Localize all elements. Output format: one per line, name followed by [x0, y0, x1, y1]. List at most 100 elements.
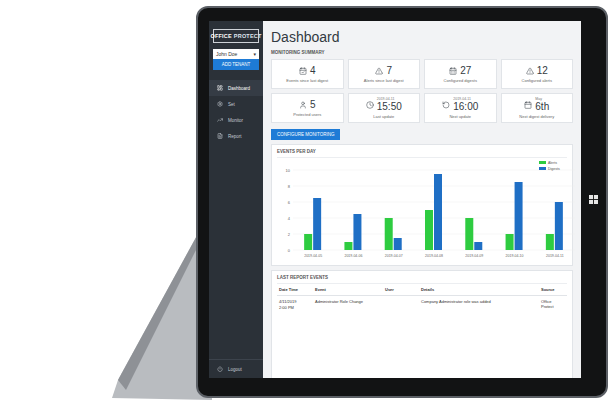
x-label: 2019-04-06: [344, 254, 362, 258]
events-table: Date TimeEventUserDetailsSource4/11/2019…: [277, 284, 567, 313]
card-icon: [366, 101, 374, 109]
card-value: 6th: [535, 101, 549, 112]
chart-panel: EVENTS PER DAY02468102019-04-052019-04-0…: [271, 144, 573, 266]
section-title: MONITORING SUMMARY: [271, 50, 573, 55]
logout-button[interactable]: Logout: [209, 359, 263, 378]
nav-icon: [217, 117, 223, 123]
y-tick: 10: [286, 168, 575, 173]
card-icon: [449, 67, 457, 75]
tablet: OFFICEPROTECT John Doe▾ADD TENANT Dashboar…: [196, 6, 608, 398]
bar-group: 2019-04-08: [425, 174, 443, 258]
table-cell: Office Protect: [539, 296, 567, 313]
bar[interactable]: [344, 242, 352, 250]
table-cell: 4/11/20192:00 PM: [277, 296, 313, 313]
bar-group: 2019-04-11: [546, 202, 564, 258]
y-tick: 8: [288, 184, 575, 189]
bar[interactable]: [385, 218, 393, 250]
sidebar-item[interactable]: Report: [209, 128, 263, 144]
summary-cards: 4 Events since last digest 7 Alerts since l…: [271, 59, 573, 123]
bar[interactable]: [434, 174, 442, 250]
card-value: 16:00: [453, 101, 478, 112]
svg-text:8: 8: [288, 184, 291, 189]
bar[interactable]: [313, 198, 321, 250]
summary-card: 5 Protected users: [271, 93, 344, 123]
bar[interactable]: [394, 238, 402, 250]
nav-icon: [217, 85, 223, 91]
bar[interactable]: [425, 210, 433, 250]
card-icon: [442, 101, 450, 109]
bar-group: 2019-04-10: [506, 182, 524, 258]
summary-card: 2019-04-1116:00 Next update: [424, 93, 497, 123]
svg-text:0: 0: [288, 248, 291, 253]
bar-group: 2019-04-06: [344, 214, 362, 258]
bezel: [581, 21, 606, 378]
power-icon: [217, 366, 223, 372]
bar[interactable]: [304, 234, 312, 250]
summary-card: 12Configured alerts: [501, 59, 574, 89]
card-caption: Next update: [449, 114, 471, 119]
x-label: 2019-04-09: [465, 254, 483, 258]
column-header: Source: [539, 284, 567, 296]
windows-logo-icon[interactable]: [589, 195, 598, 204]
card-note: May: [535, 97, 542, 101]
x-label: 2019-04-07: [385, 254, 403, 258]
svg-text:6: 6: [288, 200, 291, 205]
card-caption: Next digest delivery: [519, 114, 554, 119]
nav-icon: [217, 101, 223, 107]
screen: OFFICEPROTECT John Doe▾ADD TENANT Dashboar…: [209, 21, 581, 378]
x-label: 2019-04-05: [304, 254, 322, 258]
sidebar-item[interactable]: Set: [209, 96, 263, 112]
bar[interactable]: [474, 242, 482, 250]
logo: OFFICEPROTECT: [213, 29, 259, 43]
summary-card: 7 Alerts since last digest: [348, 59, 421, 89]
svg-text:Alerts: Alerts: [548, 161, 557, 165]
column-header: Date Time: [277, 284, 313, 296]
sidebar-item[interactable]: Dashboard: [209, 80, 263, 96]
events-chart: 02468102019-04-052019-04-062019-04-07201…: [277, 158, 579, 264]
card-caption: Protected users: [293, 112, 321, 117]
svg-text:10: 10: [286, 168, 291, 173]
main: DashboardMONITORING SUMMARY4Events since…: [263, 21, 581, 378]
x-label: 2019-04-10: [506, 254, 524, 258]
table-cell: Company Administrator role was added: [419, 296, 539, 313]
table-title: LAST REPORT EVENTS: [277, 275, 567, 284]
card-value: 15:50: [377, 101, 402, 112]
bar-group: 2019-04-05: [304, 198, 322, 258]
svg-text:4: 4: [288, 216, 291, 221]
card-note: 2019-04-11: [377, 97, 395, 101]
card-value: 27: [460, 65, 471, 76]
legend-item: Alerts: [539, 161, 557, 165]
card-value: 5: [310, 99, 316, 110]
bar[interactable]: [555, 202, 563, 250]
card-icon: [299, 67, 307, 75]
bar[interactable]: [353, 214, 361, 250]
add-tenant-button[interactable]: ADD TENANT: [213, 59, 259, 70]
tenant-select[interactable]: John Doe▾: [213, 49, 259, 59]
bar-group: 2019-04-09: [465, 218, 483, 258]
bar[interactable]: [506, 234, 514, 250]
events-table-panel: LAST REPORT EVENTSDate TimeEventUserDeta…: [271, 270, 573, 378]
sidebar-item[interactable]: Monitor: [209, 112, 263, 128]
card-caption: Configured alerts: [522, 78, 552, 83]
card-icon: [299, 101, 307, 109]
card-note: 2019-04-11: [453, 97, 471, 101]
card-value: 7: [386, 65, 392, 76]
card-caption: Configured digests: [444, 78, 477, 83]
table-cell: [383, 296, 419, 313]
card-value: 4: [310, 65, 316, 76]
configure-monitoring-button[interactable]: CONFIGURE MONITORING: [271, 129, 340, 140]
summary-card: May6th Next digest delivery: [501, 93, 574, 123]
bar-group: 2019-04-07: [385, 218, 403, 258]
bar[interactable]: [465, 218, 473, 250]
card-icon: [526, 67, 534, 75]
card-caption: Events since last digest: [286, 78, 328, 83]
bar[interactable]: [515, 182, 523, 250]
card-caption: Alerts since last digest: [364, 78, 404, 83]
card-icon: [375, 67, 383, 75]
column-header: Event: [313, 284, 383, 296]
bar[interactable]: [546, 234, 554, 250]
summary-card: 2019-04-1115:50Last update: [348, 93, 421, 123]
y-tick: 6: [288, 200, 575, 205]
x-label: 2019-04-11: [546, 254, 564, 258]
table-cell: Administrator Role Change: [313, 296, 383, 313]
